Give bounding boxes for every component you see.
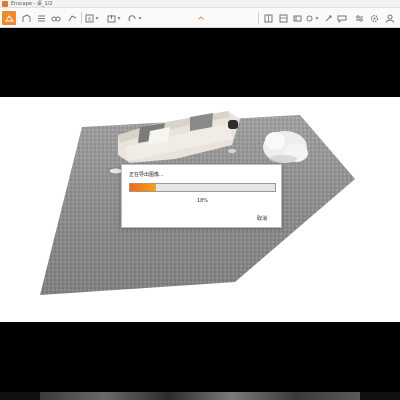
asset-library-icon[interactable] [262,11,274,25]
visual-settings-icon[interactable] [352,11,366,25]
progress-percent: 18% [196,198,209,204]
export-icon[interactable]: ▾ [106,11,122,25]
collapse-toolbar-icon[interactable]: ^ [196,17,206,27]
panorama-icon[interactable] [35,11,47,25]
export-message: 正在导出图像... [129,172,164,178]
material-icon[interactable] [277,11,289,25]
chevron-down-icon: ▾ [95,14,99,22]
toolbar: ▾ ▾ ▾ ^ ▾ [0,8,400,28]
chevron-down-icon: ▾ [315,14,319,22]
upload-icon[interactable]: ▾ [127,11,143,25]
window-title: Enscape - 桌_1/2 [11,1,53,7]
feedback-icon[interactable] [335,11,349,25]
enscape-window: Enscape - 桌_1/2 ▾ ▾ ▾ ^ ▾ 正在导出图像... 18% … [0,0,400,400]
walk-icon[interactable] [50,11,62,25]
export-progress-bar [129,183,276,192]
help-icon[interactable] [322,11,334,25]
gear-icon[interactable] [368,11,380,25]
chevron-down-icon: ▾ [117,14,121,22]
enscape-logo-icon [2,1,8,7]
vr-icon[interactable] [66,11,78,25]
video-icon[interactable] [20,11,32,25]
progress-fill [130,184,157,191]
render-thumbnail[interactable] [40,392,360,400]
render-icon[interactable] [2,11,16,25]
sun-icon[interactable]: ▾ [304,11,320,25]
export-progress-dialog: 正在导出图像... 18% 取消 [121,164,282,228]
cancel-button[interactable]: 取消 [250,215,274,224]
chevron-down-icon: ▾ [138,14,142,22]
title-bar: Enscape - 桌_1/2 [0,0,400,8]
account-icon[interactable] [383,11,397,25]
screenshot-icon[interactable]: ▾ [84,11,100,25]
views-icon[interactable] [291,11,303,25]
